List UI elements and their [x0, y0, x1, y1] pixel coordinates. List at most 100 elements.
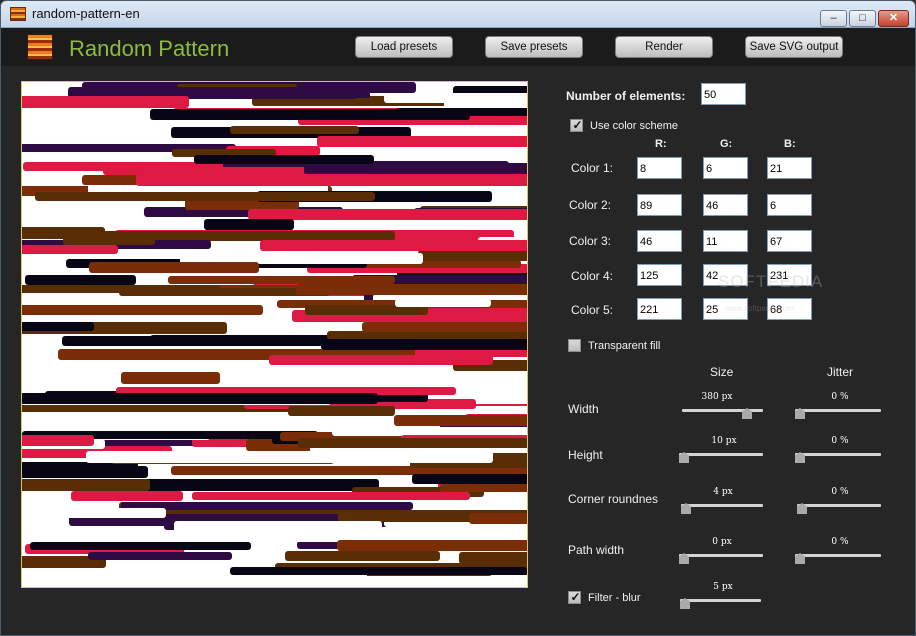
pattern-stripe	[88, 552, 232, 560]
pattern-stripe	[337, 540, 527, 551]
title-bar: random-pattern-en ‒ □ ✕	[1, 1, 915, 28]
width-label: Width	[568, 402, 599, 416]
color-1-r-input[interactable]	[637, 157, 682, 179]
pattern-stripe	[43, 419, 440, 430]
pattern-stripe	[440, 484, 527, 492]
channel-r-header: R:	[655, 138, 667, 150]
width-jitter-value: 0 %	[831, 392, 849, 402]
path-jitter-value: 0 %	[831, 537, 849, 547]
use-color-scheme-checkbox[interactable]: ✓	[570, 118, 583, 132]
transparent-fill-checkbox[interactable]	[568, 339, 581, 352]
pattern-stripe	[150, 109, 470, 120]
color-4-label: Color 4:	[571, 269, 614, 283]
pattern-stripe	[22, 305, 263, 315]
pattern-stripe	[22, 479, 150, 491]
color-2-g-input[interactable]	[703, 194, 748, 216]
pattern-stripe	[288, 406, 395, 416]
filter-blur-checkbox[interactable]: ✓	[568, 590, 581, 604]
pattern-stripe	[168, 276, 395, 284]
height-size-value: 10 px	[711, 436, 737, 446]
pattern-canvas	[21, 81, 528, 588]
app-window: random-pattern-en ‒ □ ✕ Random Pattern L…	[0, 0, 916, 636]
pattern-stripe	[230, 126, 359, 134]
path-size-slider[interactable]: 0 px	[679, 537, 763, 566]
pattern-stripe	[204, 219, 294, 230]
minimize-button[interactable]: ‒	[820, 10, 847, 27]
channel-b-header: B:	[784, 138, 796, 150]
pattern-stripe	[30, 542, 251, 550]
pattern-stripe	[22, 96, 189, 108]
color-2-r-input[interactable]	[637, 194, 682, 216]
color-2-b-input[interactable]	[767, 194, 812, 216]
pattern-stripe	[248, 209, 527, 220]
corner-jitter-value: 0 %	[831, 487, 849, 497]
color-3-label: Color 3:	[569, 234, 612, 248]
pattern-stripe	[35, 192, 375, 201]
pattern-stripe	[22, 508, 166, 518]
maximize-button[interactable]: □	[849, 10, 876, 27]
app-icon	[10, 7, 26, 21]
pattern-stripe	[362, 322, 527, 332]
width-jitter-slider[interactable]: 0 %	[795, 392, 881, 421]
app-title: Random Pattern	[69, 36, 230, 61]
use-color-scheme-label: Use color scheme	[590, 120, 679, 132]
width-size-slider[interactable]: 380 px	[682, 392, 763, 421]
window-title: random-pattern-en	[32, 6, 140, 21]
pattern-stripe	[327, 331, 527, 340]
pattern-stripe	[412, 474, 527, 484]
transparent-fill-label: Transparent fill	[588, 340, 661, 352]
color-5-r-input[interactable]	[637, 298, 682, 320]
path-width-label: Path width	[568, 543, 625, 557]
check-icon: ✓	[572, 118, 583, 132]
corner-jitter-slider[interactable]: 0 %	[797, 487, 881, 516]
app-logo	[27, 34, 53, 60]
color-1-b-input[interactable]	[767, 157, 812, 179]
path-jitter-slider[interactable]: 0 %	[795, 537, 881, 566]
num-elements-input[interactable]	[701, 83, 746, 105]
height-label: Height	[568, 448, 603, 462]
pattern-stripe	[298, 438, 527, 448]
pattern-stripe	[321, 339, 527, 350]
watermark-url: www.softpedia.com	[725, 304, 794, 313]
jitter-header: Jitter	[827, 365, 854, 379]
color-3-g-input[interactable]	[703, 230, 748, 252]
filter-blur-label: Filter - blur	[588, 592, 641, 604]
color-3-b-input[interactable]	[767, 230, 812, 252]
pattern-stripe	[22, 245, 118, 254]
pattern-stripe	[121, 372, 220, 384]
pattern-stripe	[174, 521, 382, 533]
pattern-stripe	[444, 98, 527, 108]
pattern-stripe	[136, 174, 527, 186]
color-4-r-input[interactable]	[637, 264, 682, 286]
height-jitter-value: 0 %	[831, 436, 849, 446]
save-svg-button[interactable]: Save SVG output	[745, 36, 843, 58]
pattern-stripe	[269, 355, 493, 365]
pattern-stripe	[22, 435, 94, 446]
blur-slider[interactable]: 5 px	[680, 582, 761, 611]
pattern-stripe	[22, 393, 378, 404]
color-1-g-input[interactable]	[703, 157, 748, 179]
corner-size-value: 4 px	[713, 487, 733, 497]
num-elements-label: Number of elements:	[566, 89, 686, 103]
corner-size-slider[interactable]: 4 px	[681, 487, 763, 516]
pattern-stripe	[469, 513, 527, 524]
pattern-stripe	[63, 236, 155, 245]
color-3-r-input[interactable]	[637, 230, 682, 252]
height-size-slider[interactable]: 10 px	[679, 436, 763, 465]
pattern-stripe	[426, 147, 527, 158]
render-button[interactable]: Render	[615, 36, 713, 58]
color-2-label: Color 2:	[569, 198, 612, 212]
pattern-stripe	[394, 415, 527, 426]
height-jitter-slider[interactable]: 0 %	[795, 436, 881, 465]
pattern-stripe	[22, 466, 148, 478]
watermark: SOFTPEDIA	[718, 272, 824, 291]
path-size-value: 0 px	[712, 537, 732, 547]
color-5-label: Color 5:	[571, 303, 614, 317]
close-button[interactable]: ✕	[878, 10, 909, 27]
pattern-stripe	[230, 567, 527, 575]
load-presets-button[interactable]: Load presets	[355, 36, 453, 58]
save-presets-button[interactable]: Save presets	[485, 36, 583, 58]
app-header: Random Pattern Load presets Save presets…	[1, 28, 915, 66]
minimize-icon: ‒	[830, 12, 837, 24]
channel-g-header: G:	[720, 138, 733, 150]
